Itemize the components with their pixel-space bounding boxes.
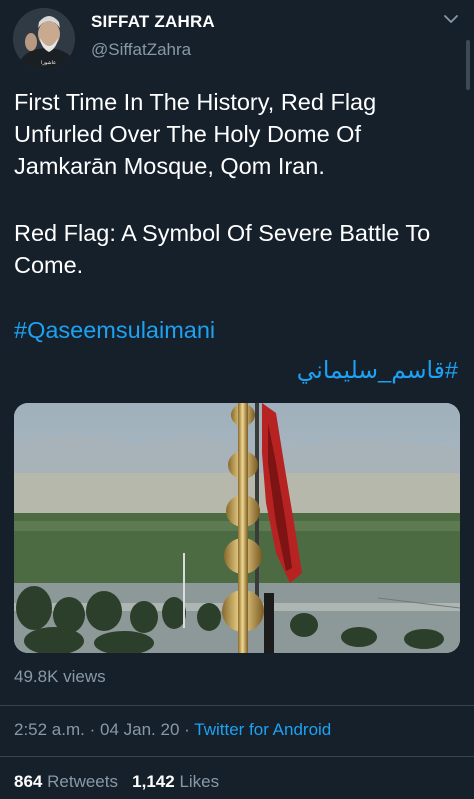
tweet-body: First Time In The History, Red Flag Unfu…: [14, 86, 458, 383]
tweet-paragraph: First Time In The History, Red Flag Unfu…: [14, 89, 377, 179]
separator: ·: [184, 720, 190, 739]
tweet-header: عاشورا SIFFAT ZAHRA @SiffatZahra: [0, 0, 474, 90]
tweet-stats: 864 Retweets 1,142 Likes: [14, 772, 219, 792]
tweet-meta: 2:52 a.m. · 04 Jan. 20 · Twitter for And…: [14, 720, 331, 740]
likes-stat[interactable]: 1,142 Likes: [132, 772, 219, 791]
avatar-image: عاشورا: [13, 8, 75, 70]
tweet-media[interactable]: [14, 403, 460, 653]
view-count: 49.8K views: [14, 667, 106, 686]
svg-text:عاشورا: عاشورا: [41, 60, 56, 66]
divider: [0, 756, 474, 757]
separator: ·: [89, 720, 96, 739]
tweet-time: 2:52 a.m.: [14, 720, 85, 739]
display-name[interactable]: SIFFAT ZAHRA: [91, 12, 215, 32]
retweets-label: Retweets: [47, 772, 118, 791]
client-link[interactable]: Twitter for Android: [194, 720, 331, 739]
hashtag-link[interactable]: #Qaseemsulaimani: [14, 314, 215, 346]
video-thumbnail: [14, 403, 460, 653]
user-handle[interactable]: @SiffatZahra: [91, 40, 191, 60]
likes-count: 1,142: [132, 772, 175, 791]
retweets-count: 864: [14, 772, 43, 791]
divider: [0, 705, 474, 706]
hashtag-link-arabic[interactable]: #قاسم_سليماني: [297, 354, 458, 386]
tweet-paragraph: Red Flag: A Symbol Of Severe Battle To C…: [14, 220, 431, 278]
chevron-down-icon[interactable]: [442, 10, 460, 28]
retweets-stat[interactable]: 864 Retweets: [14, 772, 118, 791]
tweet-date: 04 Jan. 20: [100, 720, 180, 739]
avatar[interactable]: عاشورا: [13, 8, 75, 70]
scrollbar[interactable]: [466, 40, 470, 90]
likes-label: Likes: [179, 772, 220, 791]
